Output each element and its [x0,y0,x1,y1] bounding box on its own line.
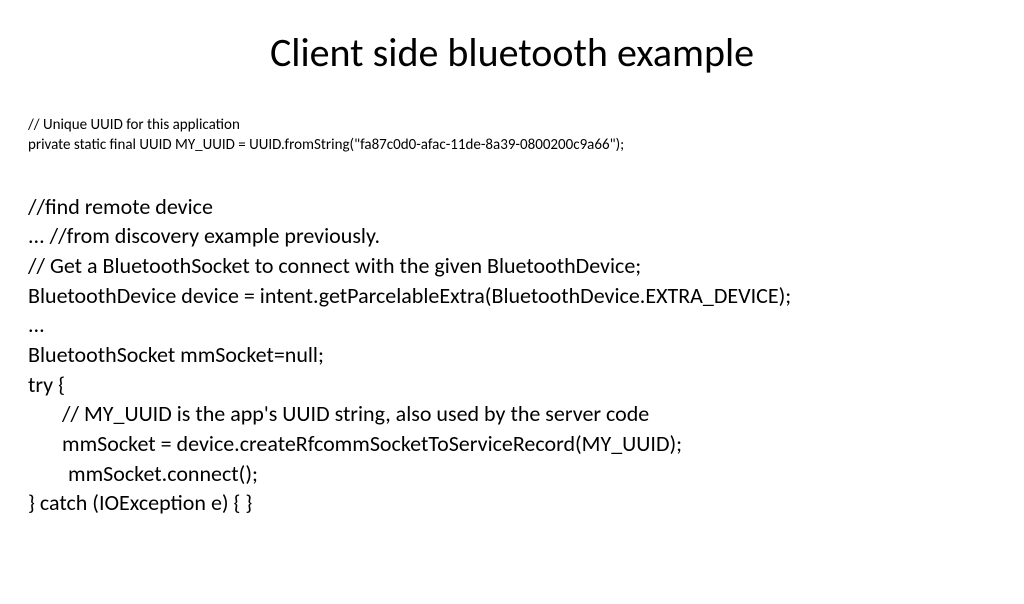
code-line: BluetoothSocket mmSocket=null; [28,340,1024,370]
uuid-comment-block: // Unique UUID for this application priv… [0,115,1024,156]
slide-title: Client side bluetooth example [0,28,1024,77]
code-line-indented: // MY_UUID is the app's UUID string, als… [28,399,1024,429]
code-line: // Get a BluetoothSocket to connect with… [28,251,1024,281]
code-line: ... //from discovery example previously. [28,221,1024,251]
slide-container: Client side bluetooth example // Unique … [0,28,1024,604]
code-line: try { [28,370,1024,400]
code-line-uuid: private static final UUID MY_UUID = UUID… [28,135,1024,155]
code-line: //find remote device [28,192,1024,222]
code-body-block: //find remote device ... //from discover… [0,192,1024,519]
code-line-comment: // Unique UUID for this application [28,115,1024,135]
code-line: } catch (IOException e) { } [28,488,1024,518]
code-line: ... [28,310,1024,340]
code-line-indented: mmSocket.connect(); [28,459,1024,489]
code-line-indented: mmSocket = device.createRfcommSocketToSe… [28,429,1024,459]
code-line: BluetoothDevice device = intent.getParce… [28,281,1024,311]
